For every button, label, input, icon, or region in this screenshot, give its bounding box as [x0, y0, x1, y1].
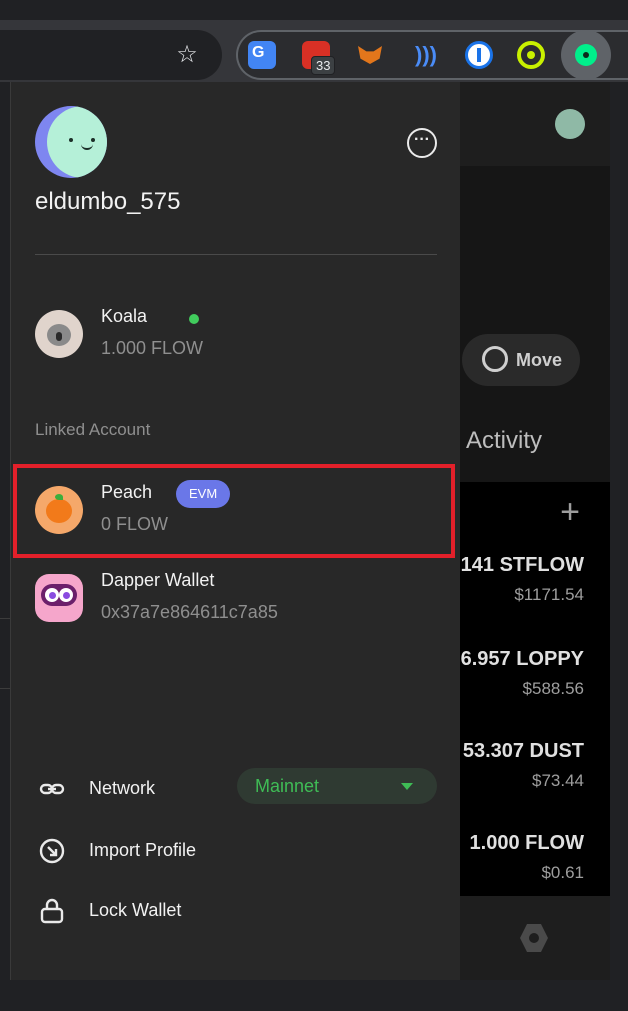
network-row: Network Mainnet: [35, 768, 437, 806]
calendar-badge: 33: [311, 56, 336, 75]
token-amount: .141 STFLOW: [455, 554, 584, 576]
dapper-eye: [45, 588, 59, 602]
move-button[interactable]: Move: [462, 334, 580, 386]
token-amount: 6.957 LOPPY: [460, 648, 584, 670]
koala-avatar-icon: [35, 310, 83, 358]
password-manager-icon[interactable]: [465, 41, 493, 69]
list-item[interactable]: 1.000 FLOW $0.61: [470, 832, 584, 883]
move-icon: [482, 346, 508, 372]
account-item-koala[interactable]: Koala 1.000 FLOW: [35, 304, 437, 364]
avatar-eye: [69, 138, 73, 142]
avatar-face: [47, 106, 107, 178]
background-divider: [0, 618, 10, 619]
account-name: Dapper Wallet: [101, 570, 215, 590]
link-icon: [39, 783, 65, 795]
lock-icon: [40, 898, 64, 924]
wallet-background-page: Move Activity + .141 STFLOW $1171.54 6.9…: [455, 82, 610, 980]
token-list: + .141 STFLOW $1171.54 6.957 LOPPY $588.…: [455, 482, 610, 896]
import-profile-label: Import Profile: [89, 840, 197, 860]
tab-activity[interactable]: Activity: [466, 427, 542, 455]
token-amount: 53.307 DUST: [462, 740, 584, 762]
import-profile-item[interactable]: Import Profile: [35, 832, 437, 868]
profile-avatar: [35, 106, 107, 178]
list-item[interactable]: 53.307 DUST $73.44: [463, 740, 584, 791]
token-usd-value: $73.44: [532, 771, 584, 790]
more-options-button[interactable]: ···: [407, 128, 437, 158]
import-arrow-icon: [39, 838, 65, 864]
token-amount: 1.000 FLOW: [469, 832, 584, 854]
avatar-eye: [91, 138, 95, 142]
lock-wallet-item[interactable]: Lock Wallet: [35, 892, 437, 928]
dapper-avatar-icon: [35, 574, 83, 622]
list-item[interactable]: .141 STFLOW $1171.54: [455, 554, 584, 605]
username: eldumbo_575: [35, 188, 181, 215]
avatar-mouth: [81, 144, 93, 150]
dapper-eye: [59, 588, 73, 602]
token-usd-value: $588.56: [522, 679, 584, 698]
token-usd-value: $0.61: [541, 863, 584, 882]
wallet-footer: [460, 896, 610, 980]
move-label: Move: [516, 350, 563, 370]
network-label: Network: [89, 778, 156, 798]
account-drawer: ··· eldumbo_575 Koala 1.000 FLOW Linked …: [10, 82, 460, 980]
highlight-box: [13, 464, 455, 558]
account-balance: 1.000 FLOW: [101, 338, 204, 358]
network-select[interactable]: Mainnet: [237, 768, 437, 804]
google-translate-icon[interactable]: [248, 41, 276, 69]
network-value: Mainnet: [255, 776, 320, 796]
avatar[interactable]: [555, 109, 585, 139]
token-usd-value: $1171.54: [514, 585, 584, 604]
settings-hex-icon[interactable]: [520, 924, 548, 952]
account-name: Koala: [101, 306, 148, 326]
signal-waves-icon[interactable]: ))): [412, 41, 440, 69]
linked-account-heading: Linked Account: [35, 420, 151, 439]
divider: [35, 254, 437, 255]
screen: ☆ 33 ))) Move Activity + .141 STFLOW $11…: [0, 0, 628, 1011]
list-item[interactable]: 6.957 LOPPY $588.56: [461, 648, 584, 699]
flow-wallet-icon[interactable]: [561, 30, 611, 80]
ring-target-icon[interactable]: [517, 41, 545, 69]
bookmark-star-icon[interactable]: ☆: [172, 40, 202, 70]
account-item-dapper-wallet[interactable]: Dapper Wallet 0x37a7e864611c7a85: [35, 568, 437, 628]
lock-wallet-label: Lock Wallet: [89, 900, 182, 920]
background-divider: [0, 688, 10, 689]
online-status-dot: [189, 314, 199, 324]
browser-tab-strip: [0, 0, 628, 20]
wallet-header: [460, 82, 610, 166]
caret-down-icon: [401, 783, 413, 790]
metamask-fox-icon[interactable]: [356, 41, 384, 69]
add-token-icon[interactable]: +: [560, 492, 580, 532]
account-address: 0x37a7e864611c7a85: [101, 602, 278, 622]
